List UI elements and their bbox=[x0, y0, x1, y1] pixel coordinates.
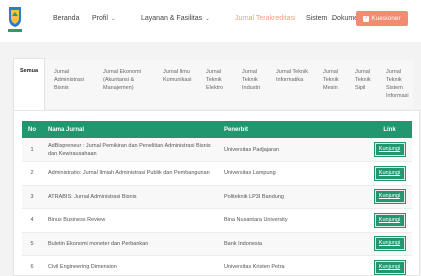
publisher: Universitas Lampung bbox=[224, 170, 276, 177]
journal-name: ATRABIS: Jurnal Administrasi Bisnis bbox=[48, 193, 137, 200]
row-number: 4 bbox=[30, 217, 34, 224]
tab-administrasi-bisnis[interactable]: Jurnal Administrasi Bisnis bbox=[54, 60, 94, 108]
row-number: 3 bbox=[30, 193, 34, 200]
publisher: Bina Nusantara University bbox=[224, 217, 288, 224]
row-number: 6 bbox=[30, 264, 34, 271]
nav-profil[interactable]: Profil ⌄ bbox=[92, 15, 116, 22]
table-row: 2 Administratio: Jurnal Ilmiah Administr… bbox=[22, 161, 412, 185]
journal-name: Binus Business Review bbox=[48, 217, 106, 224]
nav-beranda[interactable]: Beranda bbox=[53, 15, 79, 22]
nav-sistem[interactable]: Sistem ⌄ bbox=[306, 15, 335, 22]
journal-name: Buletin Ekonomi moneter dan Perbankan bbox=[48, 240, 149, 247]
journal-table-panel: No Nama Jurnal Penerbit Link 1 AdBispren… bbox=[13, 110, 420, 276]
row-number: 2 bbox=[30, 170, 34, 177]
top-navbar: Beranda Profil ⌄ Layanan & Fasilitas ⌄ Jur… bbox=[0, 0, 421, 42]
publisher: Bank Indonesia bbox=[224, 240, 262, 247]
institution-logo[interactable] bbox=[6, 5, 24, 35]
nav-jurnal-terakreditasi[interactable]: Jurnal Terakreditasi bbox=[235, 15, 296, 22]
row-number: 5 bbox=[30, 240, 34, 247]
kunjungi-button[interactable]: Kunjungi bbox=[373, 165, 406, 181]
column-header-penerbit: Penerbit bbox=[224, 126, 249, 133]
kunjungi-button[interactable]: Kunjungi bbox=[373, 142, 406, 157]
journal-name: AdBispreneur : Jurnal Pemikiran dan Pene… bbox=[48, 142, 211, 157]
kunjungi-button[interactable]: Kunjungi bbox=[373, 259, 406, 275]
column-header-link: Link bbox=[383, 126, 396, 133]
table-row: 1 AdBispreneur : Jurnal Pemikiran dan Pe… bbox=[22, 138, 412, 162]
kunjungi-button[interactable]: Kunjungi bbox=[373, 212, 406, 228]
journal-name: Civil Engineering Dimension bbox=[48, 264, 117, 271]
journal-table: No Nama Jurnal Penerbit Link 1 AdBispren… bbox=[22, 121, 412, 275]
kunjungi-button[interactable]: Kunjungi bbox=[373, 189, 406, 205]
tab-ilmu-komunikasi[interactable]: Jurnal Ilmu Komunikasi bbox=[163, 60, 197, 108]
table-header-row: No Nama Jurnal Penerbit Link bbox=[22, 121, 412, 138]
column-header-no: No bbox=[28, 126, 36, 133]
tab-teknik-mesin[interactable]: Jurnal Teknik Mesin bbox=[323, 60, 345, 108]
publisher: Universitas Kristen Petra bbox=[224, 264, 285, 271]
row-number: 1 bbox=[30, 146, 34, 153]
journal-category-tabs: Semua Jurnal Administrasi Bisnis Jurnal … bbox=[13, 58, 413, 110]
kuesioner-label: Kuesioner bbox=[371, 15, 401, 22]
tab-ekonomi[interactable]: Jurnal Ekonomi (Akuntansi & Manajemen) bbox=[103, 60, 155, 108]
table-row: 4 Binus Business Review Bina Nusantara U… bbox=[22, 208, 412, 232]
kuesioner-button[interactable]: ✓ Kuesioner bbox=[356, 11, 408, 26]
publisher: Politeknik LP3I Bandung bbox=[224, 193, 284, 200]
chevron-down-icon: ⌄ bbox=[205, 16, 210, 22]
tab-teknik-informatika[interactable]: Jurnal Teknik Informatika bbox=[276, 60, 316, 108]
kunjungi-button[interactable]: Kunjungi bbox=[373, 236, 406, 252]
publisher: Universitas Padjajaran bbox=[224, 146, 280, 153]
tab-teknik-sistem-informasi[interactable]: Jurnal Teknik Sistem Informasi bbox=[386, 60, 413, 108]
nav-layanan-fasilitas[interactable]: Layanan & Fasilitas ⌄ bbox=[141, 15, 210, 22]
checkbox-icon: ✓ bbox=[363, 15, 370, 22]
tab-teknik-elektro[interactable]: Jurnal Teknik Elektro bbox=[206, 60, 230, 108]
journal-name: Administratio: Jurnal Ilmiah Administras… bbox=[48, 170, 210, 177]
table-row: 6 Civil Engineering Dimension Universita… bbox=[22, 255, 412, 275]
tab-teknik-sipil[interactable]: Jurnal Teknik Sipil bbox=[355, 60, 377, 108]
table-row: 3 ATRABIS: Jurnal Administrasi Bisnis Po… bbox=[22, 185, 412, 209]
tab-teknik-industri[interactable]: Jurnal Teknik Industri bbox=[242, 60, 266, 108]
table-row: 5 Buletin Ekonomi moneter dan Perbankan … bbox=[22, 232, 412, 256]
tab-semua[interactable]: Semua bbox=[13, 58, 45, 110]
column-header-nama-jurnal: Nama Jurnal bbox=[48, 126, 85, 133]
chevron-down-icon: ⌄ bbox=[110, 16, 116, 22]
